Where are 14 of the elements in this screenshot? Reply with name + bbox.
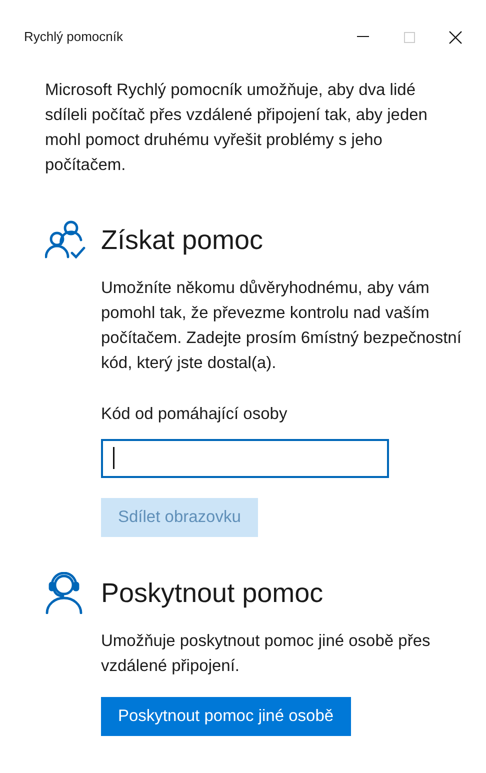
section-heading: Poskytnout pomoc xyxy=(101,576,324,610)
close-icon xyxy=(448,30,462,44)
code-input-field[interactable] xyxy=(101,438,389,478)
field-label: Kód od pomáhající osoby xyxy=(101,404,288,425)
window-title: Rychlý pomocník xyxy=(24,28,124,46)
section-heading: Získat pomoc xyxy=(101,224,264,257)
intro-text: Microsoft Rychlý pomocník umožňuje, aby dva lidé sdíleli počítač přes vzdálené připojení tak, aby jeden mohl pomoct druhému vyřešit problémy s jeho počítačem. xyxy=(44,80,428,176)
section-description: Umožníte někomu důvěryhodnému, aby vám pomohl tak, že převezme kontrolu nad vaším počítačem. Zadejte prosím 6místný bezpečnostní kód, který jste dostal(a). xyxy=(101,278,462,374)
headset-person-icon xyxy=(45,572,83,614)
action-button[interactable]: Poskytnout pomoc jiné osobě xyxy=(101,696,351,736)
minimize-icon xyxy=(357,36,369,38)
maximize-icon xyxy=(404,32,414,42)
text-cursor-icon xyxy=(113,447,115,470)
section-description: Umožňuje poskytnout pomoc jiné osobě přes vzdálené připojení. xyxy=(101,630,432,677)
